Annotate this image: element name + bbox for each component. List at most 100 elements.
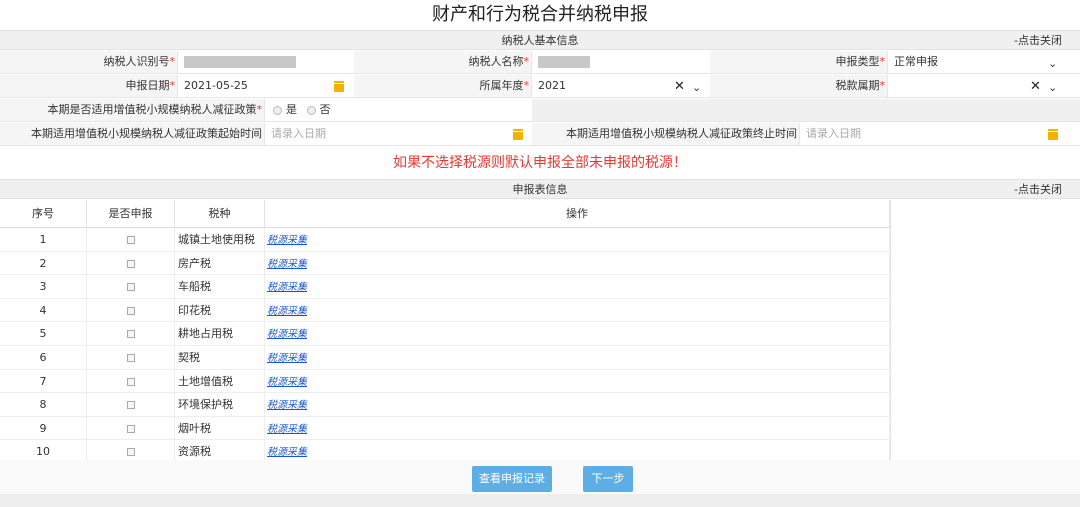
row-declare-cell <box>87 275 175 299</box>
masked-taxpayer-id <box>184 56 296 68</box>
tax-source-link[interactable]: 税源采集 <box>267 353 307 364</box>
row-op: 税源采集 <box>265 275 890 299</box>
declare-type-label: 申报类型* <box>710 51 888 73</box>
declare-checkbox[interactable] <box>126 283 135 292</box>
start-time-label: 本期适用增值税小规模纳税人减征政策起始时间 <box>0 123 265 145</box>
row-tax: 契税 <box>175 346 265 369</box>
row-op: 税源采集 <box>265 369 890 393</box>
row-seq: 8 <box>0 393 87 417</box>
policy-label: 本期是否适用增值税小规模纳税人减征政策* <box>0 99 265 121</box>
calendar-icon[interactable] <box>1048 129 1058 140</box>
declare-checkbox[interactable] <box>126 259 135 268</box>
warning-text: 如果不选择税源则默认申报全部未申报的税源！ <box>393 155 687 171</box>
table-row: 8 环境保护税 税源采集 <box>0 393 890 417</box>
info-row-4: 本期适用增值税小规模纳税人减征政策起始时间 请录入日期 本期适用增值税小规模纳税… <box>0 123 1080 146</box>
row-tax: 耕地占用税 <box>175 322 265 346</box>
row-declare-cell <box>87 346 175 369</box>
basic-info-header: 纳税人基本信息 -点击关闭 <box>0 30 1080 50</box>
tax-source-link[interactable]: 税源采集 <box>267 235 307 246</box>
declare-checkbox[interactable] <box>126 424 135 433</box>
row-tax: 车船税 <box>175 275 265 299</box>
policy-radio-group: 是 否 <box>265 99 532 121</box>
tax-source-link[interactable]: 税源采集 <box>267 424 307 435</box>
declare-type-select[interactable]: 正常申报 ⌄ <box>888 51 1080 73</box>
policy-yes-label: 是 <box>286 103 297 116</box>
policy-yes-radio[interactable] <box>273 105 282 115</box>
clear-icon[interactable]: ✕ <box>674 76 685 98</box>
masked-taxpayer-name <box>538 56 590 68</box>
tax-source-link[interactable]: 税源采集 <box>267 306 307 317</box>
row-op: 税源采集 <box>265 228 890 251</box>
taxpayer-id-label: 纳税人识别号* <box>0 51 178 73</box>
taxpayer-name-label: 纳税人名称* <box>354 51 532 73</box>
view-records-button[interactable]: 查看申报记录 <box>472 466 552 492</box>
row-op: 税源采集 <box>265 346 890 369</box>
row-tax: 城镇土地使用税 <box>175 228 265 251</box>
basic-info-close-link[interactable]: -点击关闭 <box>1014 31 1062 50</box>
chevron-down-icon: ⌄ <box>1048 81 1058 94</box>
bottom-strip <box>0 494 1080 507</box>
tax-source-link[interactable]: 税源采集 <box>267 400 307 411</box>
row-seq: 6 <box>0 346 87 369</box>
row-op: 税源采集 <box>265 416 890 440</box>
calendar-icon[interactable] <box>334 81 344 92</box>
declare-checkbox[interactable] <box>126 306 135 315</box>
declare-info-title: 申报表信息 <box>512 183 568 196</box>
declare-checkbox[interactable] <box>126 236 135 244</box>
row-seq: 7 <box>0 369 87 393</box>
next-step-button[interactable]: 下一步 <box>583 466 633 492</box>
table-row: 4 印花税 税源采集 <box>0 298 890 323</box>
table-row: 1 城镇土地使用税 税源采集 <box>0 228 890 252</box>
declare-date-input[interactable]: 2021-05-25 <box>178 75 354 97</box>
row-declare-cell <box>87 369 175 393</box>
period-label: 税款属期* <box>710 75 888 97</box>
declare-checkbox[interactable] <box>126 448 135 457</box>
row-declare-cell <box>87 251 175 275</box>
policy-no-radio[interactable] <box>306 105 316 115</box>
row-op: 税源采集 <box>265 393 890 417</box>
tax-source-link[interactable]: 税源采集 <box>267 329 307 340</box>
row-declare-cell <box>87 416 175 440</box>
calendar-icon[interactable] <box>513 129 523 140</box>
row-tax: 环境保护税 <box>175 393 265 417</box>
row-tax: 房产税 <box>175 251 265 275</box>
row-tax: 烟叶税 <box>175 416 265 440</box>
declare-checkbox[interactable] <box>126 377 135 386</box>
tax-source-link[interactable]: 税源采集 <box>267 447 307 458</box>
row-op: 税源采集 <box>265 322 890 346</box>
declare-info-close-link[interactable]: -点击关闭 <box>1014 180 1062 199</box>
row-tax: 土地增值税 <box>175 369 265 393</box>
start-time-input[interactable]: 请录入日期 <box>265 123 532 145</box>
row3-filler <box>532 99 1080 121</box>
policy-no-label: 否 <box>319 103 331 116</box>
declare-checkbox[interactable] <box>126 330 135 339</box>
tax-source-link[interactable]: 税源采集 <box>267 259 307 270</box>
tax-source-link[interactable]: 税源采集 <box>267 282 307 293</box>
row-declare-cell <box>87 228 175 251</box>
info-row-1: 纳税人识别号* 纳税人名称* 申报类型* 正常申报 ⌄ <box>0 51 1080 74</box>
year-select[interactable]: 2021 ✕ ⌄ <box>532 75 710 97</box>
page-title: 财产和行为税合并纳税申报 <box>432 4 648 25</box>
info-row-3: 本期是否适用增值税小规模纳税人减征政策* 是 否 <box>0 99 1080 122</box>
row-seq: 4 <box>0 298 87 322</box>
col-tax: 税种 <box>175 200 265 228</box>
row-seq: 2 <box>0 251 87 275</box>
tax-source-link[interactable]: 税源采集 <box>267 377 307 388</box>
declare-checkbox[interactable] <box>126 354 135 362</box>
row-seq: 1 <box>0 228 87 251</box>
year-label: 所属年度* <box>354 75 532 97</box>
right-pane <box>890 200 1080 460</box>
taxpayer-name-value <box>532 51 710 73</box>
info-row-2: 申报日期* 2021-05-25 所属年度* 2021 ✕ ⌄ 税款属期* ✕ … <box>0 75 1080 98</box>
table-row: 7 土地增值税 税源采集 <box>0 369 890 394</box>
col-declare: 是否申报 <box>87 200 175 228</box>
declare-checkbox[interactable] <box>126 401 135 410</box>
table-row: 3 车船税 税源采集 <box>0 275 890 299</box>
period-select[interactable]: ✕ ⌄ <box>888 75 1080 97</box>
end-time-input[interactable]: 请录入日期 <box>800 123 1080 145</box>
row-op: 税源采集 <box>265 251 890 275</box>
row-tax: 印花税 <box>175 298 265 322</box>
chevron-down-icon: ⌄ <box>1048 57 1058 70</box>
taxpayer-id-value <box>178 51 354 73</box>
clear-icon[interactable]: ✕ <box>1030 76 1041 98</box>
